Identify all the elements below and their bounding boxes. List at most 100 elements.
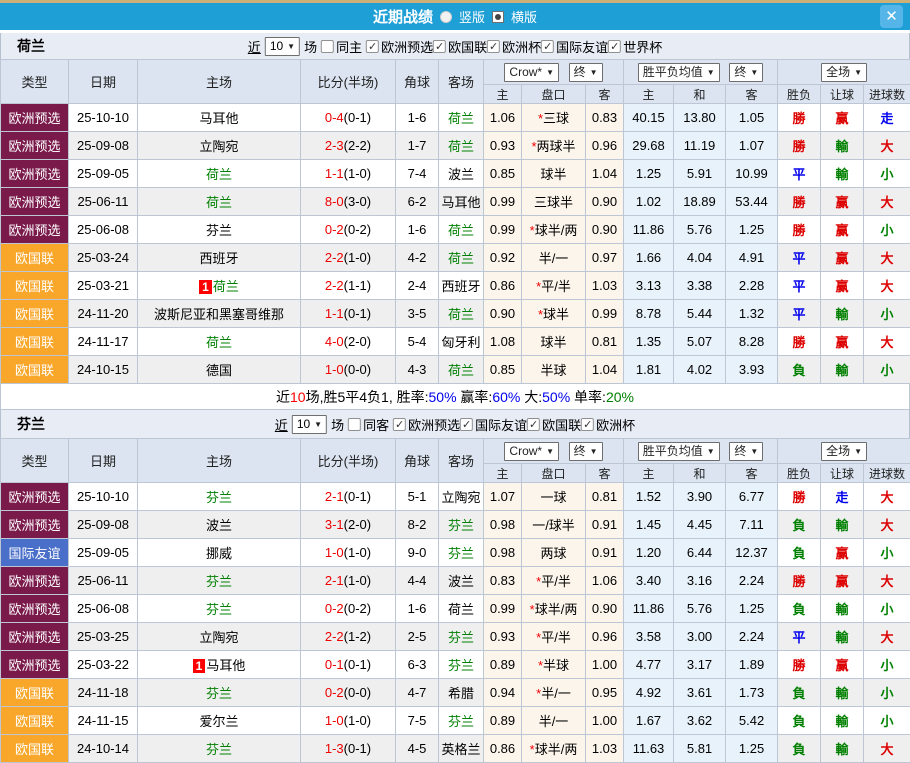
col-score: 比分(半场) (301, 439, 396, 483)
mean-home: 1.02 (624, 188, 674, 216)
match-row: 欧洲预选25-03-25立陶宛2-2(1-2)2-5芬兰0.93*平/半0.96… (1, 623, 910, 651)
match-type-badge: 欧国联 (1, 356, 69, 384)
league-filter[interactable]: ✓欧洲预选 (393, 415, 460, 434)
match-row: 欧洲预选25-10-10芬兰2-1(0-1)5-1立陶宛1.07一球0.811.… (1, 483, 910, 511)
odds-away: 1.04 (586, 160, 624, 188)
mean-home: 1.45 (624, 511, 674, 539)
league-filter[interactable]: ✓欧洲杯 (487, 37, 541, 56)
mean-draw: 3.62 (674, 707, 726, 735)
result-goals: 小 (864, 216, 910, 244)
vertical-layout-radio[interactable] (440, 11, 452, 23)
odds-home: 0.94 (484, 679, 522, 707)
fullmatch-select[interactable]: 全场▼ (821, 63, 867, 82)
checkbox-icon: ✓ (433, 40, 446, 53)
match-type-badge: 欧国联 (1, 272, 69, 300)
mean-select[interactable]: 胜平负均值▼ (638, 63, 720, 82)
match-date: 25-09-08 (69, 511, 138, 539)
mean-away: 1.25 (726, 216, 778, 244)
corner-score: 2-4 (396, 272, 439, 300)
match-row: 欧国联24-11-18芬兰0-2(0-0)4-7希腊0.94*半/一0.954.… (1, 679, 910, 707)
home-team: 芬兰 (138, 735, 301, 763)
league-filter[interactable]: ✓欧国联 (527, 415, 581, 434)
mean-away: 2.24 (726, 623, 778, 651)
odds-away: 0.81 (586, 328, 624, 356)
away-team-label: 荷兰 (448, 139, 474, 154)
match-type-badge: 欧洲预选 (1, 160, 69, 188)
league-filter[interactable]: ✓世界杯 (608, 37, 662, 56)
result-goals: 大 (864, 623, 910, 651)
result-handicap: 輸 (821, 679, 864, 707)
col-handicap: 盘口 (522, 85, 586, 104)
mean-home: 1.81 (624, 356, 674, 384)
home-team: 立陶宛 (138, 132, 301, 160)
vertical-layout-label[interactable]: 竖版 (459, 7, 485, 26)
same-venue-checkbox[interactable]: 同客 (348, 415, 389, 434)
home-team: 芬兰 (138, 679, 301, 707)
halftime-score: (1-0) (344, 573, 371, 588)
recent-count-select[interactable]: 10▼ (265, 37, 300, 56)
close-icon[interactable]: ✕ (880, 5, 903, 28)
col-type: 类型 (1, 439, 69, 483)
col-odds-home: 主 (484, 85, 522, 104)
result-goals: 小 (864, 679, 910, 707)
page-title: 近期战绩 (373, 6, 433, 27)
fulltime-score: 2-2 (325, 250, 344, 265)
league-filter-label: 欧洲杯 (502, 37, 541, 56)
same-venue-checkbox[interactable]: 同主 (321, 37, 362, 56)
league-filter[interactable]: ✓国际友谊 (541, 37, 608, 56)
odds-time-select[interactable]: 终▼ (569, 442, 603, 461)
corner-score: 1-6 (396, 104, 439, 132)
match-row: 欧洲预选25-09-08立陶宛2-3(2-2)1-7荷兰0.93*两球半0.96… (1, 132, 910, 160)
odds-group-header: Crow*▼ 终▼ (484, 60, 624, 85)
home-team: 芬兰 (138, 483, 301, 511)
match-type-badge: 欧国联 (1, 300, 69, 328)
mean-away: 2.24 (726, 567, 778, 595)
horizontal-layout-radio[interactable] (492, 11, 504, 23)
corner-score: 7-4 (396, 160, 439, 188)
match-date: 25-06-11 (69, 567, 138, 595)
league-filter[interactable]: ✓国际友谊 (460, 415, 527, 434)
horizontal-layout-label[interactable]: 横版 (511, 7, 537, 26)
odds-away: 0.97 (586, 244, 624, 272)
match-type-badge: 欧洲预选 (1, 567, 69, 595)
handicap: *平/半 (522, 623, 586, 651)
bookmaker-select[interactable]: Crow*▼ (504, 442, 559, 461)
col-mean-draw: 和 (674, 85, 726, 104)
mean-away: 10.99 (726, 160, 778, 188)
col-mean-away: 客 (726, 85, 778, 104)
result-goals: 大 (864, 328, 910, 356)
mean-home: 1.25 (624, 160, 674, 188)
home-team: 芬兰 (138, 567, 301, 595)
match-date: 24-11-17 (69, 328, 138, 356)
title-bar: 近期战绩 竖版 横版 ✕ (0, 3, 910, 30)
fullmatch-select[interactable]: 全场▼ (821, 442, 867, 461)
score: 1-0(1-0) (301, 707, 396, 735)
league-filter[interactable]: ✓欧洲杯 (581, 415, 635, 434)
result-wdl: 平 (778, 244, 821, 272)
fulltime-score: 2-1 (325, 489, 344, 504)
fulltime-score: 0-2 (325, 222, 344, 237)
mean-group-header: 胜平负均值▼ 终▼ (624, 439, 778, 464)
match-row: 国际友谊25-09-05挪威1-0(1-0)9-0芬兰0.98两球0.911.2… (1, 539, 910, 567)
league-filter[interactable]: ✓欧国联 (433, 37, 487, 56)
result-handicap: 輸 (821, 707, 864, 735)
summary-text: 50% (429, 389, 457, 405)
odds-time-select[interactable]: 终▼ (569, 63, 603, 82)
mean-time-select[interactable]: 终▼ (729, 63, 763, 82)
mean-time-select[interactable]: 终▼ (729, 442, 763, 461)
mean-home: 1.52 (624, 483, 674, 511)
mean-home: 1.20 (624, 539, 674, 567)
mean-select[interactable]: 胜平负均值▼ (638, 442, 720, 461)
mean-away: 2.28 (726, 272, 778, 300)
match-type-badge: 欧洲预选 (1, 651, 69, 679)
result-handicap: 輸 (821, 595, 864, 623)
corner-score: 1-7 (396, 132, 439, 160)
score: 1-1(0-1) (301, 300, 396, 328)
league-filter[interactable]: ✓欧洲预选 (366, 37, 433, 56)
mean-away: 1.25 (726, 595, 778, 623)
checkbox-icon: ✓ (581, 418, 594, 431)
chevron-down-icon: ▼ (707, 65, 715, 80)
odds-away: 1.03 (586, 272, 624, 300)
recent-count-select[interactable]: 10▼ (292, 415, 327, 434)
bookmaker-select[interactable]: Crow*▼ (504, 63, 559, 82)
